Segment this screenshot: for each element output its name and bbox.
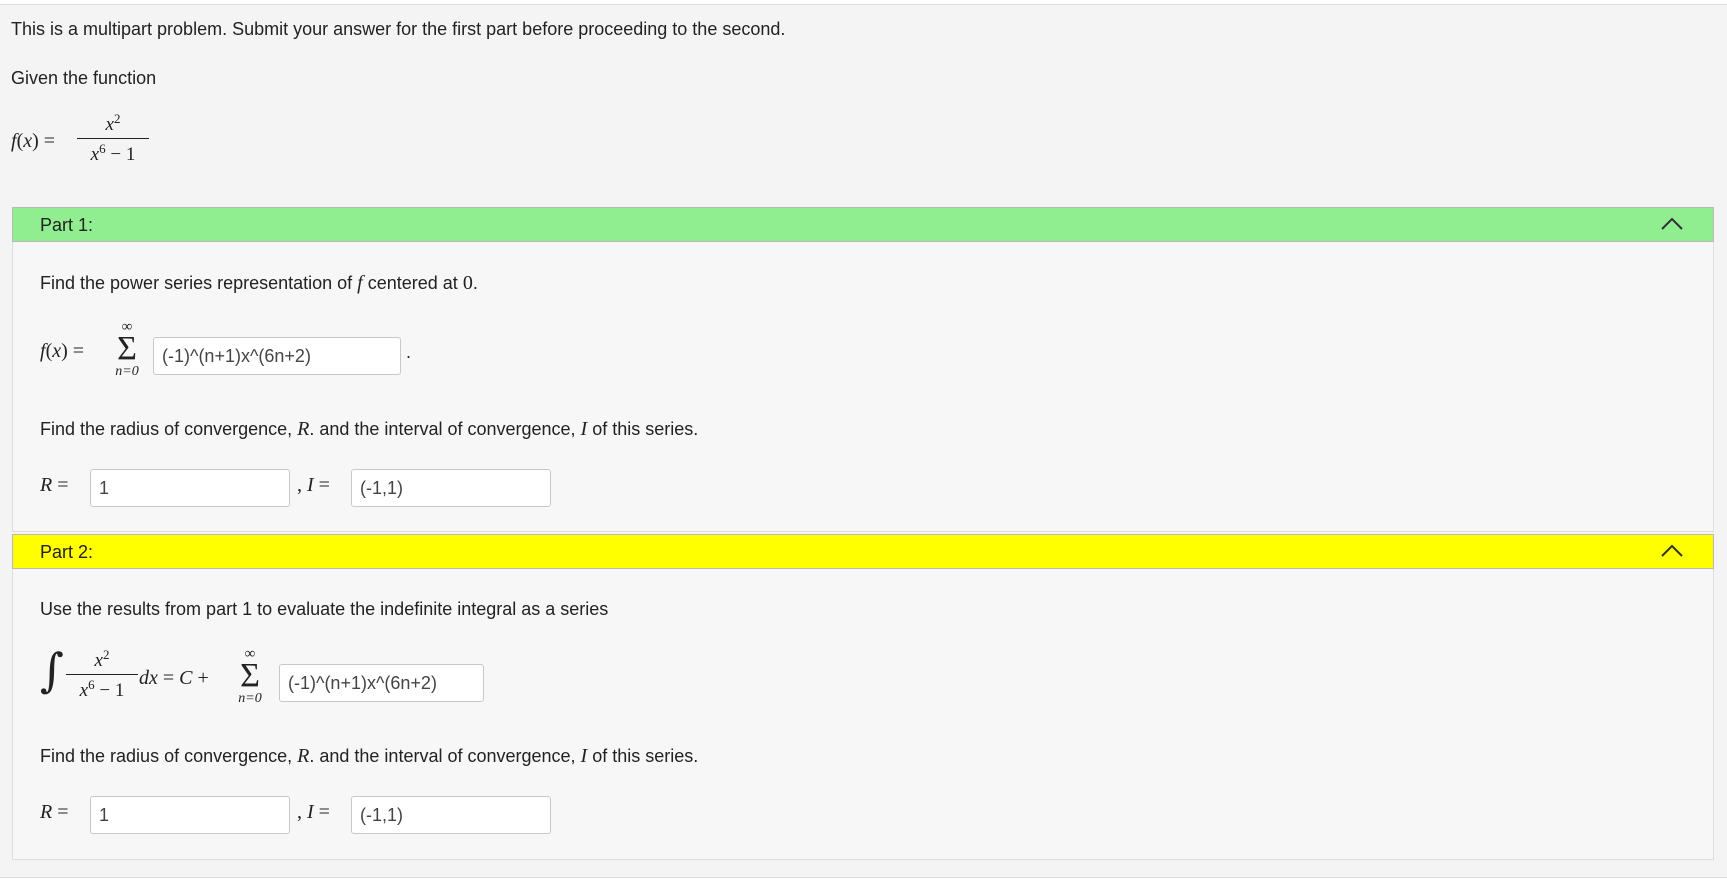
problem-container: This is a multipart problem. Submit your… [0, 4, 1727, 878]
part1-series-input[interactable] [153, 337, 401, 375]
sigma-icon: Σ [117, 330, 137, 367]
part1-header[interactable]: Part 1: [12, 207, 1714, 242]
intro-text: This is a multipart problem. Submit your… [11, 19, 786, 39]
part2-integrand-fraction: x2 x6 − 1 [66, 647, 138, 702]
part2-sigma: ∞ Σ n=0 [234, 647, 266, 707]
part2-radius-input[interactable] [90, 796, 290, 834]
part1-radius-input[interactable] [90, 469, 290, 507]
part2-series-input[interactable] [279, 664, 484, 702]
part1-I-label: , I = [297, 474, 330, 496]
part2-R-label: R = [40, 801, 69, 823]
part2-question-2: Find the radius of convergence, R. and t… [40, 745, 699, 767]
part1-body: Find the power series representation of … [12, 242, 1714, 532]
function-denominator: x6 − 1 [90, 141, 136, 165]
part2-integral-rhs: dx = C + [139, 667, 209, 689]
part1-series-lhs: f(x) = [40, 340, 85, 362]
function-numerator: x2 [105, 111, 121, 135]
part1-R-label: R = [40, 474, 69, 496]
part1-interval-input[interactable] [351, 469, 551, 507]
part2-integrand-denominator: x6 − 1 [79, 677, 125, 701]
chevron-up-icon[interactable] [1661, 543, 1683, 557]
function-fraction: x2 x6 − 1 [77, 111, 149, 166]
integral-icon: ∫ [40, 643, 64, 697]
part1-series-period: . [406, 342, 412, 362]
part1-question-1: Find the power series representation of … [40, 272, 478, 294]
chevron-up-icon[interactable] [1661, 216, 1683, 230]
given-text: Given the function [11, 68, 157, 88]
sigma-icon: Σ [240, 657, 260, 694]
part1-sigma: ∞ Σ n=0 [111, 320, 143, 380]
part2-I-label: , I = [297, 801, 330, 823]
part2-question-1: Use the results from part 1 to evaluate … [40, 599, 609, 619]
part2-interval-input[interactable] [351, 796, 551, 834]
part1-question-2: Find the radius of convergence, R. and t… [40, 418, 699, 440]
part2-header[interactable]: Part 2: [12, 534, 1714, 569]
function-lhs: f(x) = [11, 130, 56, 152]
part2-integrand-numerator: x2 [94, 647, 110, 671]
part1-header-label: Part 1: [40, 215, 94, 235]
part2-body: Use the results from part 1 to evaluate … [12, 569, 1714, 860]
part2-header-label: Part 2: [40, 542, 94, 562]
